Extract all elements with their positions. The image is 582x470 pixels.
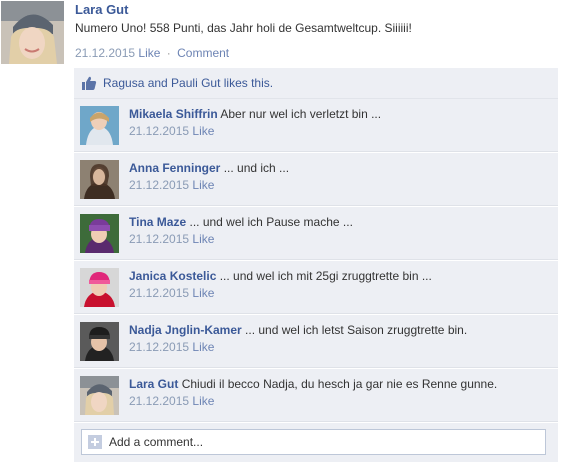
post-comment-link[interactable]: Comment xyxy=(177,46,229,60)
add-comment-input[interactable]: Add a comment... xyxy=(81,429,546,455)
comment-like-link[interactable]: Like xyxy=(192,394,214,408)
commenter-avatar[interactable] xyxy=(80,106,119,145)
comment-text: Aber nur wel ich verletzt bin ... xyxy=(220,107,382,121)
comment-text: ... und ich ... xyxy=(223,161,290,175)
comment-date[interactable]: 21.12.2015 xyxy=(129,340,189,354)
post-like-link[interactable]: Like xyxy=(138,46,160,60)
commenter-name[interactable]: Tina Maze xyxy=(129,215,186,229)
commenter-avatar[interactable] xyxy=(80,376,119,415)
plus-icon xyxy=(88,435,102,449)
commenter-name[interactable]: Janica Kostelic xyxy=(129,269,216,283)
thumbs-up-icon xyxy=(82,76,97,90)
comment-item: Mikaela Shiffrin Aber nur wel ich verlet… xyxy=(74,99,558,153)
likes-summary: Ragusa and Pauli Gut likes this. xyxy=(74,68,558,99)
commenter-name[interactable]: Lara Gut xyxy=(129,377,178,391)
comment-text: ... und wel ich Pause mache ... xyxy=(189,215,353,229)
comment-meta: 21.12.2015 Like xyxy=(129,232,552,246)
comment-like-link[interactable]: Like xyxy=(192,286,214,300)
comment-text: ... und wel ich letst Saison zruggtrette… xyxy=(245,323,468,337)
post-author-avatar[interactable] xyxy=(1,1,64,64)
add-comment-row: Add a comment... xyxy=(74,423,558,462)
comment-item: Lara Gut Chiudi il becco Nadja, du hesch… xyxy=(74,369,558,423)
commenter-name[interactable]: Mikaela Shiffrin xyxy=(129,107,218,121)
comment-item: Anna Fenninger ... und ich ... 21.12.201… xyxy=(74,153,558,207)
likes-text[interactable]: Ragusa and Pauli Gut likes this. xyxy=(103,76,273,90)
post-date[interactable]: 21.12.2015 xyxy=(75,46,135,60)
comment-text: Chiudi il becco Nadja, du hesch ja gar n… xyxy=(181,377,498,391)
post-header: Lara Gut Numero Uno! 558 Punti, das Jahr… xyxy=(75,2,575,61)
meta-separator: · xyxy=(166,46,171,60)
comment-meta: 21.12.2015 Like xyxy=(129,340,552,354)
add-comment-placeholder: Add a comment... xyxy=(109,435,204,449)
comment-like-link[interactable]: Like xyxy=(192,178,214,192)
comment-item: Janica Kostelic ... und wel ich mit 25gi… xyxy=(74,261,558,315)
comment-date[interactable]: 21.12.2015 xyxy=(129,124,189,138)
comment-date[interactable]: 21.12.2015 xyxy=(129,232,189,246)
comment-like-link[interactable]: Like xyxy=(192,124,214,138)
comment-like-link[interactable]: Like xyxy=(192,340,214,354)
comment-item: Nadja Jnglin-Kamer ... und wel ich letst… xyxy=(74,315,558,369)
comment-like-link[interactable]: Like xyxy=(192,232,214,246)
commenter-name[interactable]: Anna Fenninger xyxy=(129,161,220,175)
post-text: Numero Uno! 558 Punti, das Jahr holi de … xyxy=(75,21,412,35)
post-meta: 21.12.2015 Like · Comment xyxy=(75,45,575,61)
commenter-avatar[interactable] xyxy=(80,160,119,199)
comment-date[interactable]: 21.12.2015 xyxy=(129,178,189,192)
commenter-avatar[interactable] xyxy=(80,268,119,307)
commenter-name[interactable]: Nadja Jnglin-Kamer xyxy=(129,323,242,337)
comment-date[interactable]: 21.12.2015 xyxy=(129,394,189,408)
commenter-avatar[interactable] xyxy=(80,322,119,361)
commenter-avatar[interactable] xyxy=(80,214,119,253)
comment-item: Tina Maze ... und wel ich Pause mache ..… xyxy=(74,207,558,261)
comment-meta: 21.12.2015 Like xyxy=(129,178,552,192)
comment-meta: 21.12.2015 Like xyxy=(129,394,552,408)
post-author-name[interactable]: Lara Gut xyxy=(75,2,575,18)
comment-meta: 21.12.2015 Like xyxy=(129,286,552,300)
comment-meta: 21.12.2015 Like xyxy=(129,124,552,138)
comment-text: ... und wel ich mit 25gi zruggtrette bin… xyxy=(219,269,432,283)
comment-date[interactable]: 21.12.2015 xyxy=(129,286,189,300)
comment-thread: Ragusa and Pauli Gut likes this. Mikaela… xyxy=(74,68,558,462)
